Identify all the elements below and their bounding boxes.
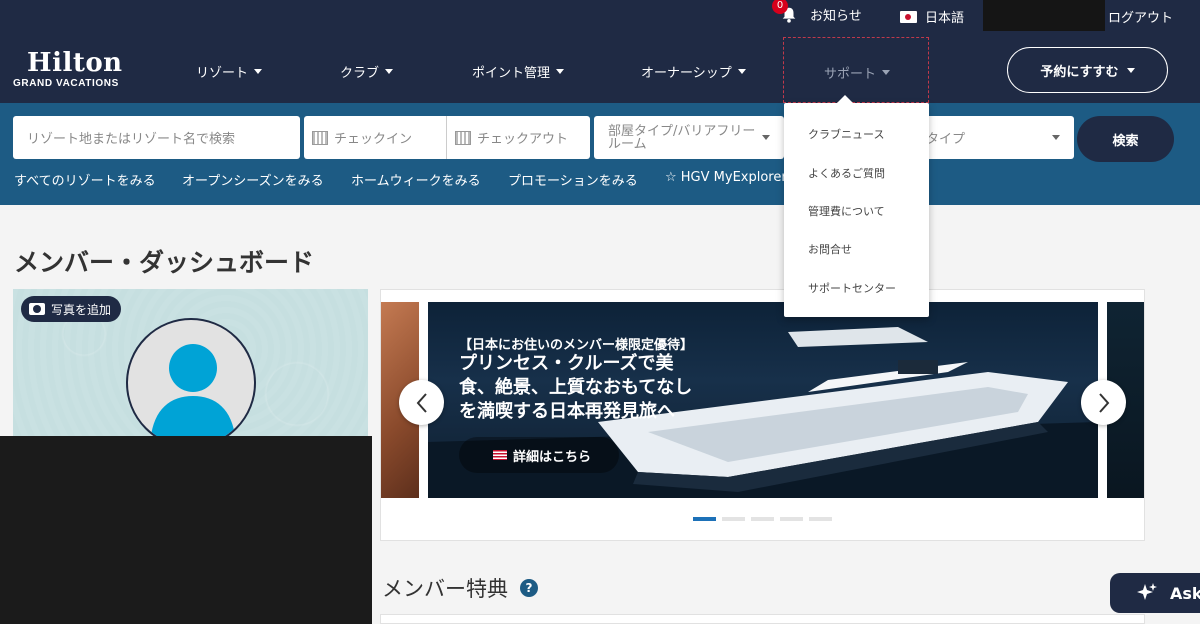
benefits-title: メンバー特典 [382, 577, 508, 601]
carousel-dot[interactable] [751, 517, 774, 521]
slide-details-button[interactable]: 詳細はこちら [459, 437, 619, 473]
search-button[interactable]: 検索 [1077, 116, 1174, 162]
add-photo-label: 写真を追加 [51, 302, 112, 317]
carousel-dot[interactable] [693, 517, 716, 521]
nav-resort[interactable]: リゾート [196, 62, 263, 81]
caret-down-icon [882, 70, 891, 75]
carousel-dot[interactable] [780, 517, 803, 521]
calendar-icon [455, 130, 471, 145]
japan-flag-icon [900, 10, 917, 23]
room-type-select[interactable]: 部屋タイプ/バリアフリールーム [594, 116, 784, 159]
user-silhouette-icon [150, 344, 236, 439]
redacted-user-name [983, 0, 1105, 31]
us-flag-icon [493, 450, 507, 460]
nav-label: ポイント管理 [472, 66, 551, 81]
checkin-field[interactable]: チェックイン [304, 116, 446, 159]
slide-tag: 【日本にお住いのメンバー様限定優待】 [459, 338, 694, 353]
room-type-label: 部屋タイプ/バリアフリールーム [608, 123, 756, 152]
caret-down-icon [254, 69, 263, 74]
type-label: タイプ [926, 132, 966, 147]
carousel-next-button[interactable] [1081, 380, 1126, 425]
sparkle-icon [1137, 583, 1157, 600]
checkin-placeholder: チェックイン [334, 132, 413, 147]
menu-item-support-center[interactable]: サポートセンター [808, 280, 896, 296]
carousel-dot[interactable] [809, 517, 832, 521]
link-home-week[interactable]: ホームウィークをみる [351, 170, 481, 189]
reserve-button[interactable]: 予約にすすむ [1007, 47, 1168, 93]
nav-label: サポート [824, 67, 877, 82]
caret-down-icon [1052, 135, 1060, 140]
redacted-region [0, 436, 372, 624]
language-label: 日本語 [925, 11, 965, 26]
camera-icon [29, 303, 45, 315]
notice-link[interactable]: お知らせ [810, 5, 862, 24]
link-promotions[interactable]: プロモーションをみる [508, 170, 638, 189]
profile-card: 写真を追加 [13, 289, 368, 439]
slide-heading: プリンセス・クルーズで美食、絶景、上質なおもてなしを満喫する日本再発見旅へ [459, 353, 693, 422]
type-select[interactable]: タイプ [920, 116, 1074, 159]
logo-main-text: Hilton [27, 48, 123, 78]
nav-points[interactable]: ポイント管理 [472, 62, 565, 81]
nav-support[interactable]: サポート [783, 37, 929, 103]
chevron-left-icon [416, 392, 427, 413]
menu-item-faq[interactable]: よくあるご質問 [808, 165, 885, 181]
add-photo-button[interactable]: 写真を追加 [21, 296, 122, 322]
caret-down-icon [556, 69, 565, 74]
avatar[interactable] [126, 318, 256, 439]
caret-down-icon [762, 135, 770, 140]
support-dropdown-menu: クラブニュース よくあるご質問 管理費について お問合せ サポートセンター [784, 95, 929, 317]
resort-search-input[interactable]: リゾート地またはリゾート名で検索 [13, 116, 300, 159]
menu-item-maintenance-fees[interactable]: 管理費について [808, 203, 885, 219]
calendar-icon [312, 130, 328, 145]
reserve-label: 予約にすすむ [1040, 64, 1119, 80]
menu-item-club-news[interactable]: クラブニュース [808, 126, 884, 142]
notifications[interactable]: 0 [772, 0, 800, 26]
page-title: メンバー・ダッシュボード [14, 248, 315, 277]
nav-label: オーナーシップ [641, 66, 732, 81]
language-selector[interactable]: 日本語 [900, 7, 964, 26]
search-bar: リゾート地またはリゾート名で検索 チェックイン チェックアウト 部屋タイプ/バリ… [0, 103, 1200, 205]
nav-club[interactable]: クラブ [340, 62, 394, 81]
menu-item-contact[interactable]: お問合せ [808, 241, 852, 257]
nav-ownership[interactable]: オーナーシップ [641, 62, 746, 81]
caret-down-icon [737, 69, 746, 74]
ask-assistant-button[interactable]: Ask [1110, 573, 1200, 613]
benefits-card [380, 614, 1145, 624]
carousel-prev-button[interactable] [399, 380, 444, 425]
link-open-season[interactable]: オープンシーズンをみる [182, 170, 324, 189]
details-label: 詳細はこちら [513, 449, 592, 465]
logout-link[interactable]: ログアウト [1108, 7, 1173, 26]
nav-label: リゾート [196, 66, 249, 81]
checkout-field[interactable]: チェックアウト [446, 116, 590, 159]
caret-down-icon [385, 69, 394, 74]
nav-label: クラブ [340, 66, 380, 81]
caret-down-icon [1126, 67, 1135, 73]
chevron-right-icon [1098, 392, 1109, 413]
site-header: 0 お知らせ 日本語 ログアウト Hilton GRAND VACATIONS … [0, 0, 1200, 103]
link-all-resorts[interactable]: すべてのリゾートをみる [14, 170, 156, 189]
checkout-placeholder: チェックアウト [477, 132, 569, 147]
carousel-dot[interactable] [722, 517, 745, 521]
carousel-pagination [693, 517, 832, 521]
link-myexplorer[interactable]: ☆ HGV MyExplorer+ [665, 170, 798, 185]
ask-label: Ask [1170, 583, 1200, 603]
help-icon[interactable]: ? [520, 579, 538, 597]
member-benefits-heading: メンバー特典 ? [382, 573, 538, 603]
hilton-grand-vacations-logo[interactable]: Hilton GRAND VACATIONS [13, 50, 123, 89]
logo-sub-text: GRAND VACATIONS [13, 78, 119, 89]
